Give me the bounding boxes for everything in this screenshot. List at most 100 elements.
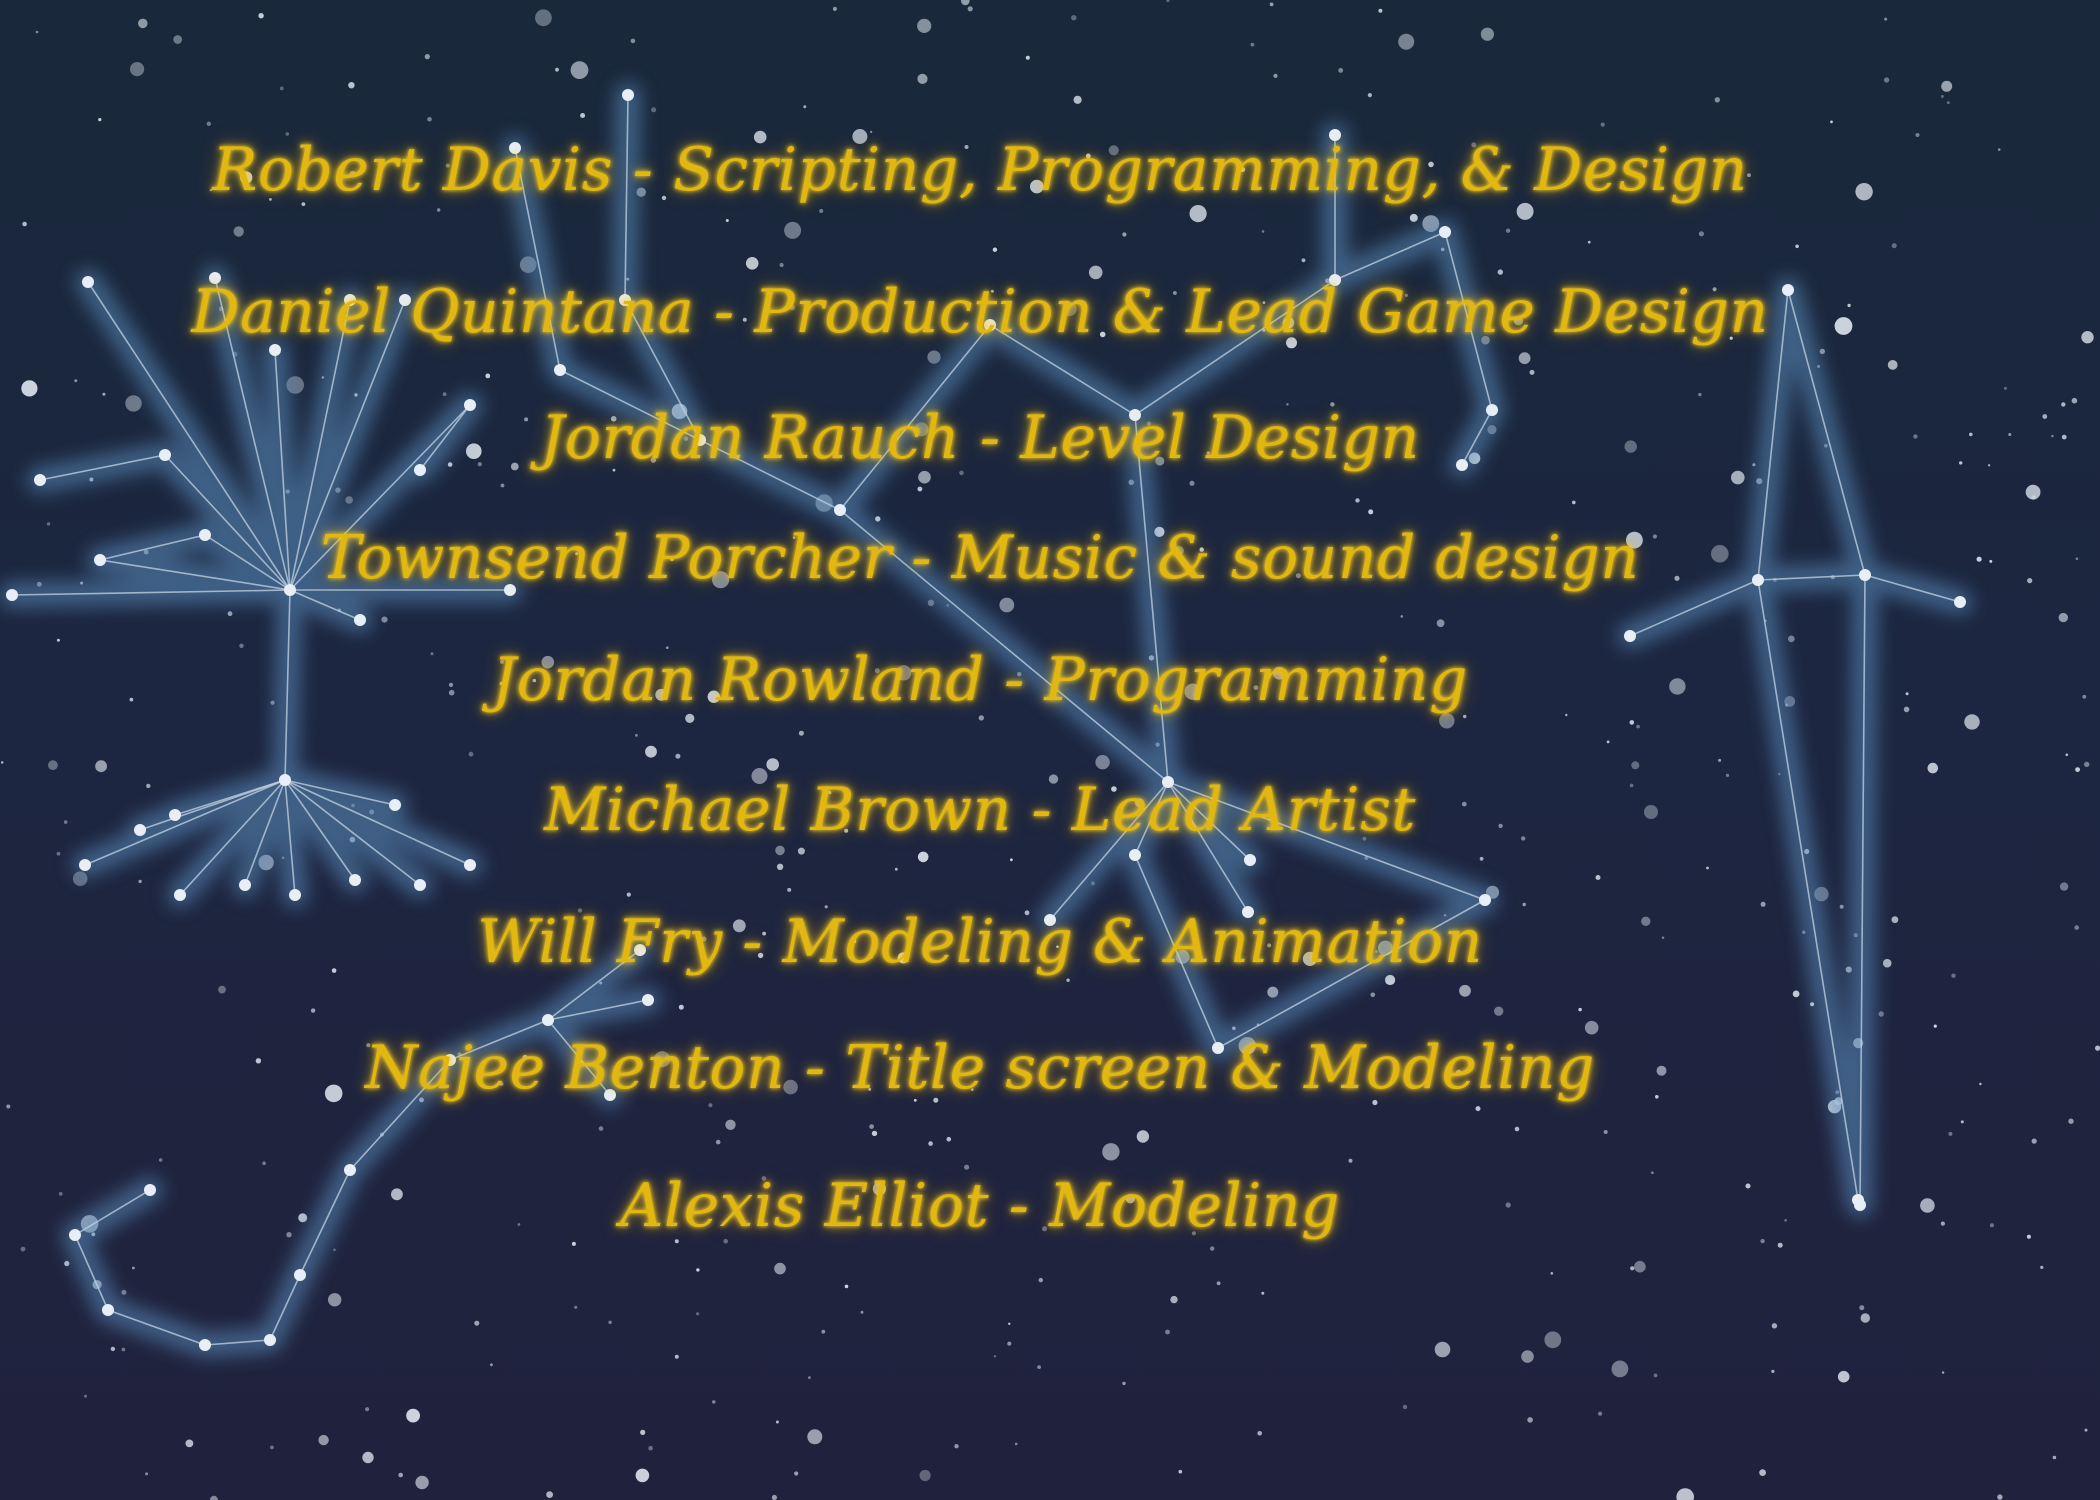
star [1883,77,1890,83]
constellation-star [1244,854,1256,866]
star [427,117,432,122]
star [1933,1024,1937,1028]
star [1795,244,1799,249]
star [999,597,1015,613]
star [678,1004,684,1010]
credit-line-will-fry: Will Fry - Modeling & Animation [477,907,1483,977]
constellation-star [34,474,46,486]
star [555,67,559,72]
star [279,86,284,91]
star [1718,758,1722,762]
star [651,107,657,113]
star [468,751,474,757]
credit-line-michael-brown: Michael Brown - Lead Artist [543,775,1417,845]
star [1475,1106,1481,1112]
star [6,1104,11,1109]
star [875,516,881,522]
star [1007,1341,1012,1346]
star [2084,761,2090,767]
star [2081,331,2094,344]
star [794,1471,799,1476]
star [415,1475,429,1490]
star [1595,875,1601,880]
star [406,1408,420,1423]
constellation-star [834,504,846,516]
star [1587,240,1591,244]
constellation-hook [62,937,661,1358]
star [2074,925,2079,930]
star [1400,615,1404,618]
star [1434,1341,1451,1358]
credit-line-jordan-rauch: Jordan Rauch - Level Design [540,403,1420,473]
star [648,1445,653,1451]
star [917,18,932,33]
star [574,1305,578,1309]
star [185,1439,194,1448]
star [808,1376,811,1379]
star [2071,397,2078,404]
star [1037,1365,1041,1369]
star [1071,15,1077,21]
star [1479,856,1484,861]
star [696,1312,700,1316]
constellation-star [199,1339,211,1351]
star [774,1262,786,1275]
star [1706,866,1709,870]
star [270,1445,274,1450]
constellation-star [294,1269,306,1281]
star [1887,360,1898,370]
star [776,863,784,870]
star [961,0,970,6]
star [712,1400,716,1404]
star [474,1320,480,1326]
credit-line-jordan-rowland: Jordan Rowland - Programming [492,645,1468,715]
constellation-star [1624,630,1636,642]
star [1529,369,1535,375]
constellation-star [102,1304,114,1316]
constellation-star [542,1014,554,1026]
star [381,616,388,623]
star [1544,1331,1562,1349]
star [1940,95,1944,98]
star [102,392,106,396]
star [1527,1417,1533,1423]
star [121,1289,127,1295]
star [1210,1246,1215,1251]
star [1636,724,1640,729]
star [1025,55,1030,60]
star [645,745,657,758]
star [35,30,39,34]
star [2065,753,2069,757]
star [1189,205,1207,223]
star [1216,1281,1221,1286]
star [784,221,802,239]
star [1837,1370,1850,1383]
star [954,1444,959,1449]
star [1170,1295,1178,1304]
star [725,219,729,222]
star [1436,619,1445,628]
star [1631,761,1640,770]
star [1787,635,1795,643]
star [158,1158,163,1162]
star [110,1346,116,1352]
star [345,496,353,504]
star [1301,258,1306,263]
star [21,380,38,397]
star [2095,1045,2100,1051]
star [74,379,78,383]
star [1494,1006,1504,1016]
star [608,1320,612,1325]
star [570,61,589,79]
star [535,9,552,27]
star [1603,1130,1608,1134]
constellation-star [79,859,91,871]
star [2026,1234,2031,1239]
star [674,1354,679,1359]
star [1066,978,1070,982]
star [1521,1350,1534,1363]
star [1653,1373,1658,1378]
star [1606,740,1610,744]
star [1891,243,1897,249]
star [1189,480,1195,486]
